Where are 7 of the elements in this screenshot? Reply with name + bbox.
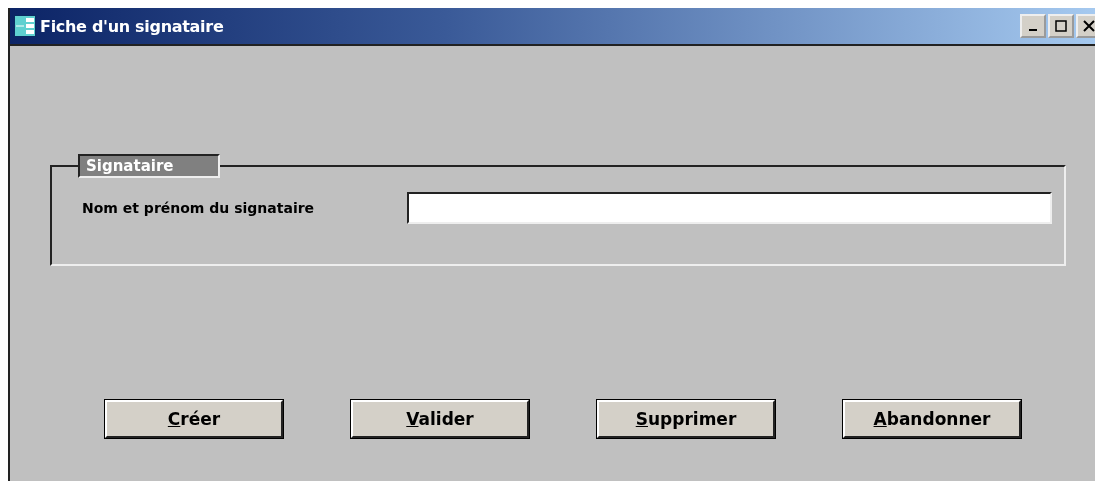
field-label: Nom et prénom du signataire: [82, 200, 316, 216]
group-legend: Signataire: [78, 154, 220, 178]
action-button[interactable]: Supprimer: [597, 400, 775, 438]
action-button[interactable]: Valider: [351, 400, 529, 438]
action-button[interactable]: Abandonner: [843, 400, 1021, 438]
action-button[interactable]: Créer: [105, 400, 283, 438]
window-title: Fiche d'un signataire: [40, 16, 224, 36]
